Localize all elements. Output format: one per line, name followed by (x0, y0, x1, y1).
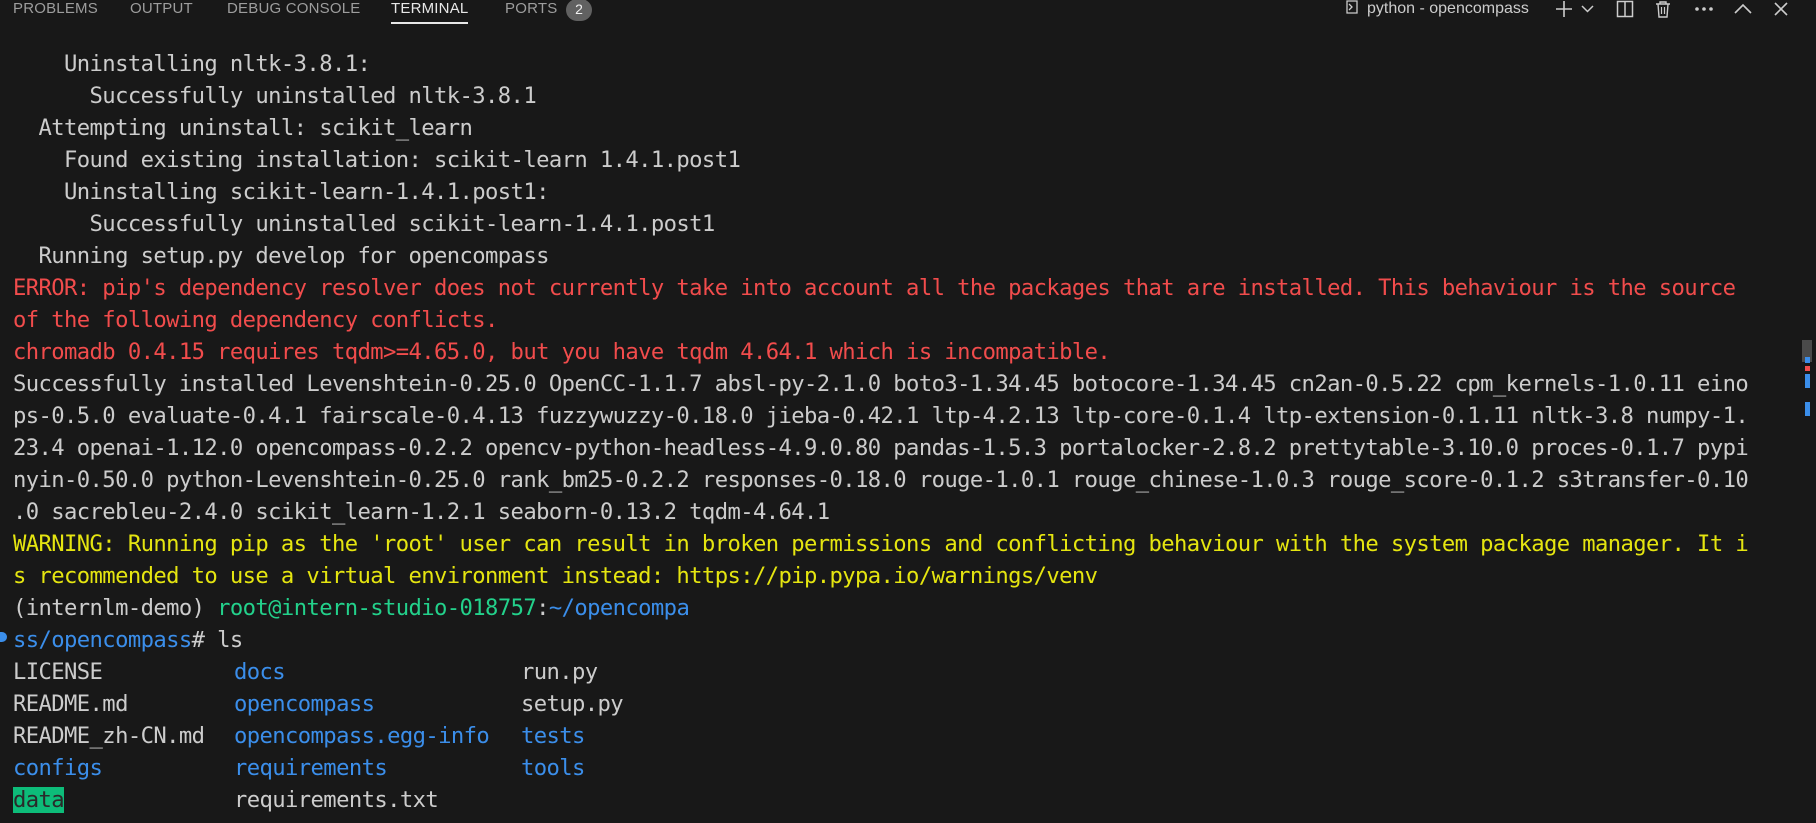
warning-line: s recommended to use a virtual environme… (13, 563, 1098, 589)
installed-line: Successfully installed Levenshtein-0.25.… (13, 371, 1749, 397)
scroll-marker (1805, 357, 1810, 363)
warning-line: WARNING: Running pip as the 'root' user … (13, 531, 1749, 557)
shell-prompt: (internlm-demo) root@intern-studio-01875… (13, 592, 1788, 624)
scroll-marker (1805, 374, 1810, 388)
ls-file: README_zh-CN.md (13, 723, 205, 749)
ls-output: LICENSE README.md README_zh-CN.md config… (13, 656, 1788, 816)
prompt-path-continued: ss/opencompass (13, 627, 192, 653)
terminal-line: Successfully uninstalled scikit-learn-1.… (13, 211, 716, 237)
error-line: of the following dependency conflicts. (13, 307, 498, 333)
terminal-line: Found existing installation: scikit-lear… (13, 147, 741, 173)
trash-icon[interactable] (1653, 0, 1673, 18)
terminal-output[interactable]: Uninstalling nltk-3.8.1: Successfully un… (13, 48, 1788, 816)
terminal-line: Running setup.py develop for opencompass (13, 243, 550, 269)
ls-file: README.md (13, 691, 128, 717)
error-line: chromadb 0.4.15 requires tqdm>=4.65.0, b… (13, 339, 1111, 365)
ls-directory: opencompass.egg-info (234, 723, 490, 749)
tab-problems[interactable]: PROBLEMS (13, 0, 98, 22)
ls-directory: tests (521, 723, 585, 749)
ls-file: run.py (521, 659, 598, 685)
terminal-line: Uninstalling scikit-learn-1.4.1.post1: (13, 179, 549, 205)
active-tab-indicator (391, 22, 469, 24)
error-marker (1805, 366, 1810, 371)
tab-ports[interactable]: PORTS (505, 0, 557, 22)
prompt-colon: : (536, 595, 549, 621)
ls-directory-data: data (13, 787, 65, 813)
installed-line: nyin-0.50.0 python-Levenshtein-0.25.0 ra… (13, 467, 1749, 493)
scroll-marker (1805, 402, 1810, 416)
ls-file: LICENSE (13, 659, 103, 685)
ls-file: setup.py (521, 691, 624, 717)
ls-directory: docs (234, 659, 286, 685)
ls-directory: opencompass (234, 691, 375, 717)
prompt-path: ~/opencompa (548, 595, 690, 621)
command-decoration-icon[interactable] (0, 632, 7, 642)
terminal-icon (1344, 0, 1360, 19)
installed-line: 23.4 openai-1.12.0 opencompass-0.2.2 ope… (13, 435, 1749, 461)
ls-directory: requirements (234, 755, 388, 781)
plus-icon[interactable] (1554, 0, 1574, 18)
terminal-line: Successfully uninstalled nltk-3.8.1 (13, 83, 537, 109)
prompt-env: (internlm-demo) (13, 595, 218, 621)
terminal-selector[interactable]: python - opencompass (1344, 0, 1529, 18)
installed-line: .0 sacrebleu-2.4.0 scikit_learn-1.2.1 se… (13, 499, 830, 525)
ls-directory-highlighted: data (13, 784, 65, 816)
panel-header: PROBLEMS OUTPUT DEBUG CONSOLE TERMINAL P… (0, 0, 1816, 26)
chevron-up-icon[interactable] (1733, 0, 1753, 18)
tab-terminal-label: TERMINAL (391, 0, 469, 17)
installed-line: ps-0.5.0 evaluate-0.4.1 fairscale-0.4.13… (13, 403, 1749, 429)
ls-directory: configs (13, 755, 103, 781)
close-icon[interactable] (1771, 0, 1791, 18)
terminal-line: Uninstalling nltk-3.8.1: (13, 51, 371, 77)
chevron-down-icon[interactable] (1580, 0, 1594, 18)
tab-debug-console[interactable]: DEBUG CONSOLE (227, 0, 360, 22)
tab-terminal[interactable]: TERMINAL (391, 0, 469, 24)
ellipsis-icon[interactable] (1692, 0, 1716, 18)
error-line: ERROR: pip's dependency resolver does no… (13, 275, 1736, 301)
prompt-command: ls (217, 627, 243, 653)
terminal-scrollbar[interactable] (1800, 40, 1814, 823)
prompt-symbol: # (191, 627, 218, 653)
terminal-line: Attempting uninstall: scikit_learn (13, 115, 473, 141)
tab-output[interactable]: OUTPUT (130, 0, 193, 22)
prompt-user-host: root@intern-studio-018757 (217, 595, 537, 621)
terminal-title: python - opencompass (1367, 0, 1529, 17)
ls-file: requirements.txt (234, 787, 439, 813)
shell-prompt-continued: ss/opencompass# ls (13, 624, 1788, 656)
ls-directory: tools (521, 755, 585, 781)
ports-count-badge: 2 (566, 0, 592, 21)
split-terminal-icon[interactable] (1615, 0, 1635, 18)
